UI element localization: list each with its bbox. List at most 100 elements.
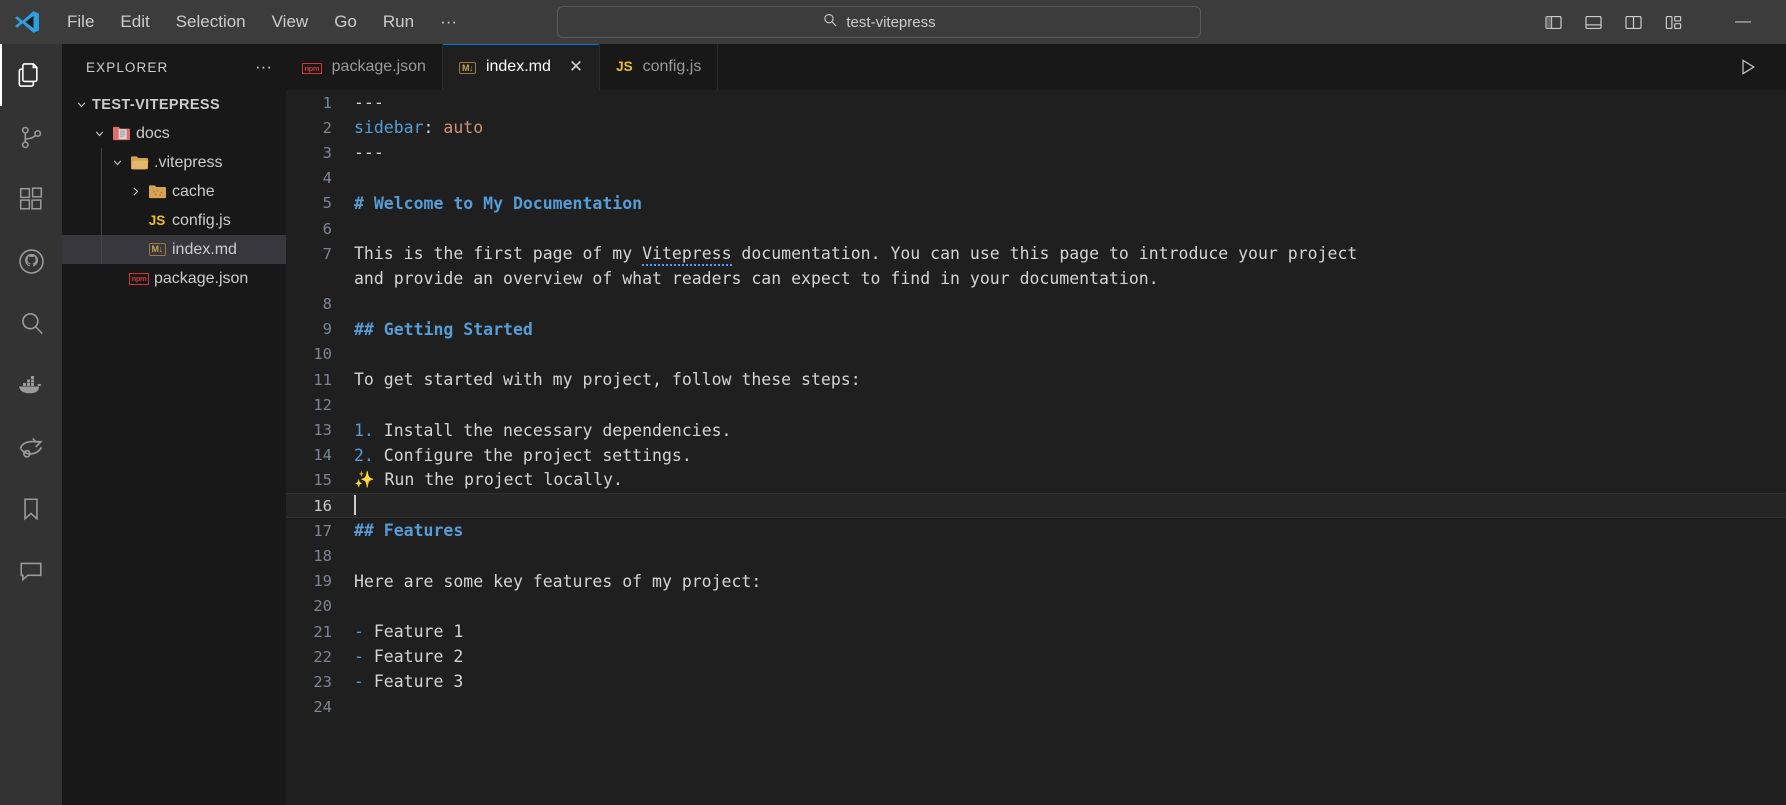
tree-file-index-md[interactable]: M↓ index.md [62,235,286,264]
chevron-down-icon [72,98,90,111]
paragraph-text-after: documentation. You can use this page to … [731,244,1358,264]
code-line[interactable]: 13 1. Install the necessary dependencies… [286,417,1786,442]
list-item-text: Feature 1 [363,622,464,642]
code-line[interactable]: 9 ## Getting Started [286,317,1786,342]
code-line[interactable]: 8 [286,292,1786,317]
command-center[interactable]: test-vitepress [557,6,1201,38]
activity-search[interactable] [0,292,62,354]
line-content: 2. Configure the project settings. [354,446,692,465]
line-number: 15 [313,471,332,490]
line-number: 14 [313,446,332,465]
code-line[interactable]: 2 sidebar: auto [286,115,1786,140]
explorer-sidebar: EXPLORER ··· TEST-VITEPRESS docs .vitepr… [62,44,286,805]
code-line[interactable]: 21 - Feature 1 [286,619,1786,644]
code-line[interactable]: 1 --- [286,90,1786,115]
code-line[interactable]: 18 [286,543,1786,568]
code-line[interactable]: 22 - Feature 2 [286,644,1786,669]
activity-comments[interactable] [0,540,62,602]
menu-selection[interactable]: Selection [163,7,259,37]
line-number: 18 [313,546,332,565]
tree-file-config-js[interactable]: JS config.js [62,206,286,235]
activity-docker[interactable] [0,354,62,416]
sidebar-title: EXPLORER [86,59,169,75]
code-line[interactable]: 4 [286,166,1786,191]
code-line[interactable]: 10 [286,342,1786,367]
code-line[interactable]: 15 ✨ Run the project locally. [286,468,1786,493]
line-content: ✨ Run the project locally. [354,470,623,490]
tree-folder-cache-label: cache [172,182,215,200]
line-number: 7 [322,244,332,263]
code-line-wrapped[interactable]: and provide an overview of what readers … [286,266,1786,291]
tab-package-json-label: package.json [331,58,426,75]
line-number: 13 [313,421,332,440]
close-icon[interactable]: ✕ [569,57,583,77]
code-line[interactable]: 20 [286,594,1786,619]
toggle-secondary-sidebar-button[interactable] [1618,7,1648,37]
code-line[interactable]: 6 [286,216,1786,241]
folder-cache-icon [144,183,170,200]
tree-folder-cache[interactable]: cache [62,177,286,206]
code-line[interactable]: 5 # Welcome to My Documentation [286,191,1786,216]
menu-more[interactable]: ··· [427,7,470,37]
js-file-icon: JS [616,59,633,74]
list-item-text: Configure the project settings. [373,445,692,465]
list-marker: - [354,622,364,642]
menu-go[interactable]: Go [321,7,370,37]
activity-bookmarks[interactable] [0,478,62,540]
customize-layout-button[interactable] [1658,7,1688,37]
menu-file[interactable]: File [54,7,107,37]
activity-explorer[interactable] [0,44,62,106]
code-line[interactable]: 7 This is the first page of my Vitepress… [286,241,1786,267]
tree-folder-vitepress[interactable]: .vitepress [62,148,286,177]
activity-extensions[interactable] [0,168,62,230]
yaml-separator: : [423,118,444,138]
yaml-key: sidebar [354,118,424,138]
markdown-file-icon: M↓ [458,58,476,76]
list-item-text: Run the project locally. [374,470,623,490]
vscode-logo-icon [0,0,54,44]
list-item-text: Install the necessary dependencies. [373,420,732,440]
tab-package-json[interactable]: npm package.json [286,44,443,90]
tree-file-package-json[interactable]: npm package.json [62,264,286,293]
activity-github[interactable] [0,230,62,292]
toggle-panel-button[interactable] [1578,7,1608,37]
minimize-button[interactable]: — [1720,0,1766,44]
code-line[interactable]: 14 2. Configure the project settings. [286,443,1786,468]
code-line[interactable]: 12 [286,392,1786,417]
tree-file-index-md-label: index.md [172,240,237,258]
run-play-icon[interactable] [1728,44,1768,90]
menu-run[interactable]: Run [370,7,427,37]
tab-config-js[interactable]: JS config.js [600,44,719,90]
line-number: 22 [313,647,332,666]
ellipsis-icon[interactable]: ··· [255,58,272,75]
code-line[interactable]: 17 ## Features [286,518,1786,543]
menu-edit[interactable]: Edit [107,7,162,37]
tree-root-test-vitepress[interactable]: TEST-VITEPRESS [62,90,286,119]
line-content [354,494,356,516]
tree-folder-docs[interactable]: docs [62,119,286,148]
line-number: 20 [313,597,332,616]
line-number: 8 [322,295,332,314]
code-line[interactable]: 23 - Feature 3 [286,669,1786,694]
tree-file-config-js-label: config.js [172,211,231,229]
activity-source-control[interactable] [0,106,62,168]
line-content: This is the first page of my Vitepress d… [354,244,1358,267]
code-editor[interactable]: 1 --- 2 sidebar: auto 3 --- 4 5 # Welcom… [286,90,1786,805]
code-line[interactable]: 24 [286,695,1786,720]
toggle-primary-sidebar-button[interactable] [1538,7,1568,37]
line-number: 6 [322,219,332,238]
line-content: - Feature 2 [354,647,463,666]
menu-view[interactable]: View [259,7,322,37]
line-number: 11 [313,370,332,389]
sidebar-header: EXPLORER ··· [62,44,286,90]
list-marker: 1. [354,420,374,440]
line-number: 16 [313,496,332,515]
code-line[interactable]: 3 --- [286,140,1786,165]
code-line-current[interactable]: 16 [286,493,1786,519]
activity-liveshare[interactable] [0,416,62,478]
menu-bar: File Edit Selection View Go Run ··· [54,0,470,44]
code-line[interactable]: 11 To get started with my project, follo… [286,367,1786,392]
tab-index-md[interactable]: M↓ index.md ✕ [442,44,601,90]
line-number: 10 [313,345,332,364]
code-line[interactable]: 19 Here are some key features of my proj… [286,569,1786,594]
